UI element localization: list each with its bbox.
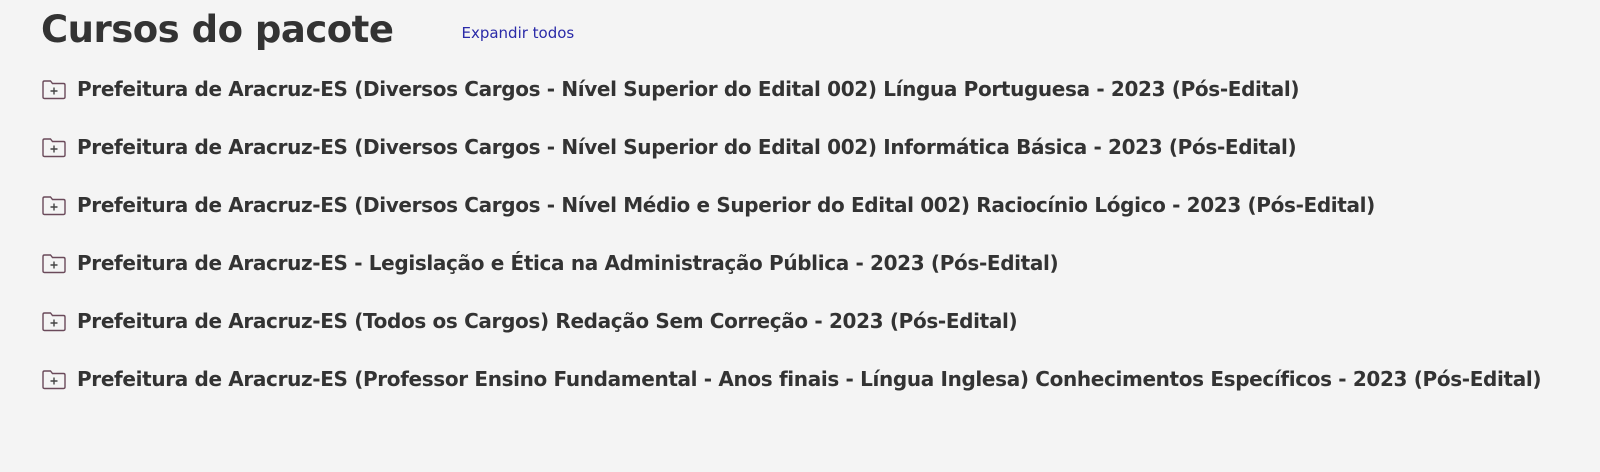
course-item[interactable]: Prefeitura de Aracruz-ES (Diversos Cargo… [41, 60, 1580, 118]
course-item[interactable]: Prefeitura de Aracruz-ES (Todos os Cargo… [41, 292, 1580, 350]
folder-plus-icon[interactable] [41, 78, 67, 100]
course-title: Prefeitura de Aracruz-ES (Diversos Cargo… [77, 135, 1297, 159]
course-title: Prefeitura de Aracruz-ES (Professor Ensi… [77, 367, 1542, 391]
course-title: Prefeitura de Aracruz-ES (Diversos Cargo… [77, 193, 1375, 217]
course-package-section: Cursos do pacote Expandir todos Prefeitu… [41, 0, 1580, 408]
course-title: Prefeitura de Aracruz-ES (Todos os Cargo… [77, 309, 1018, 333]
course-list: Prefeitura de Aracruz-ES (Diversos Cargo… [41, 60, 1580, 408]
folder-plus-icon[interactable] [41, 194, 67, 216]
course-title: Prefeitura de Aracruz-ES - Legislação e … [77, 251, 1059, 275]
course-title: Prefeitura de Aracruz-ES (Diversos Cargo… [77, 77, 1300, 101]
course-item[interactable]: Prefeitura de Aracruz-ES (Professor Ensi… [41, 350, 1580, 408]
folder-plus-icon[interactable] [41, 252, 67, 274]
page-title: Cursos do pacote [41, 7, 394, 51]
expand-all-link[interactable]: Expandir todos [461, 24, 574, 42]
folder-plus-icon[interactable] [41, 136, 67, 158]
folder-plus-icon[interactable] [41, 310, 67, 332]
section-header: Cursos do pacote Expandir todos [41, 0, 1580, 60]
course-item[interactable]: Prefeitura de Aracruz-ES (Diversos Cargo… [41, 118, 1580, 176]
folder-plus-icon[interactable] [41, 368, 67, 390]
course-item[interactable]: Prefeitura de Aracruz-ES (Diversos Cargo… [41, 176, 1580, 234]
course-item[interactable]: Prefeitura de Aracruz-ES - Legislação e … [41, 234, 1580, 292]
